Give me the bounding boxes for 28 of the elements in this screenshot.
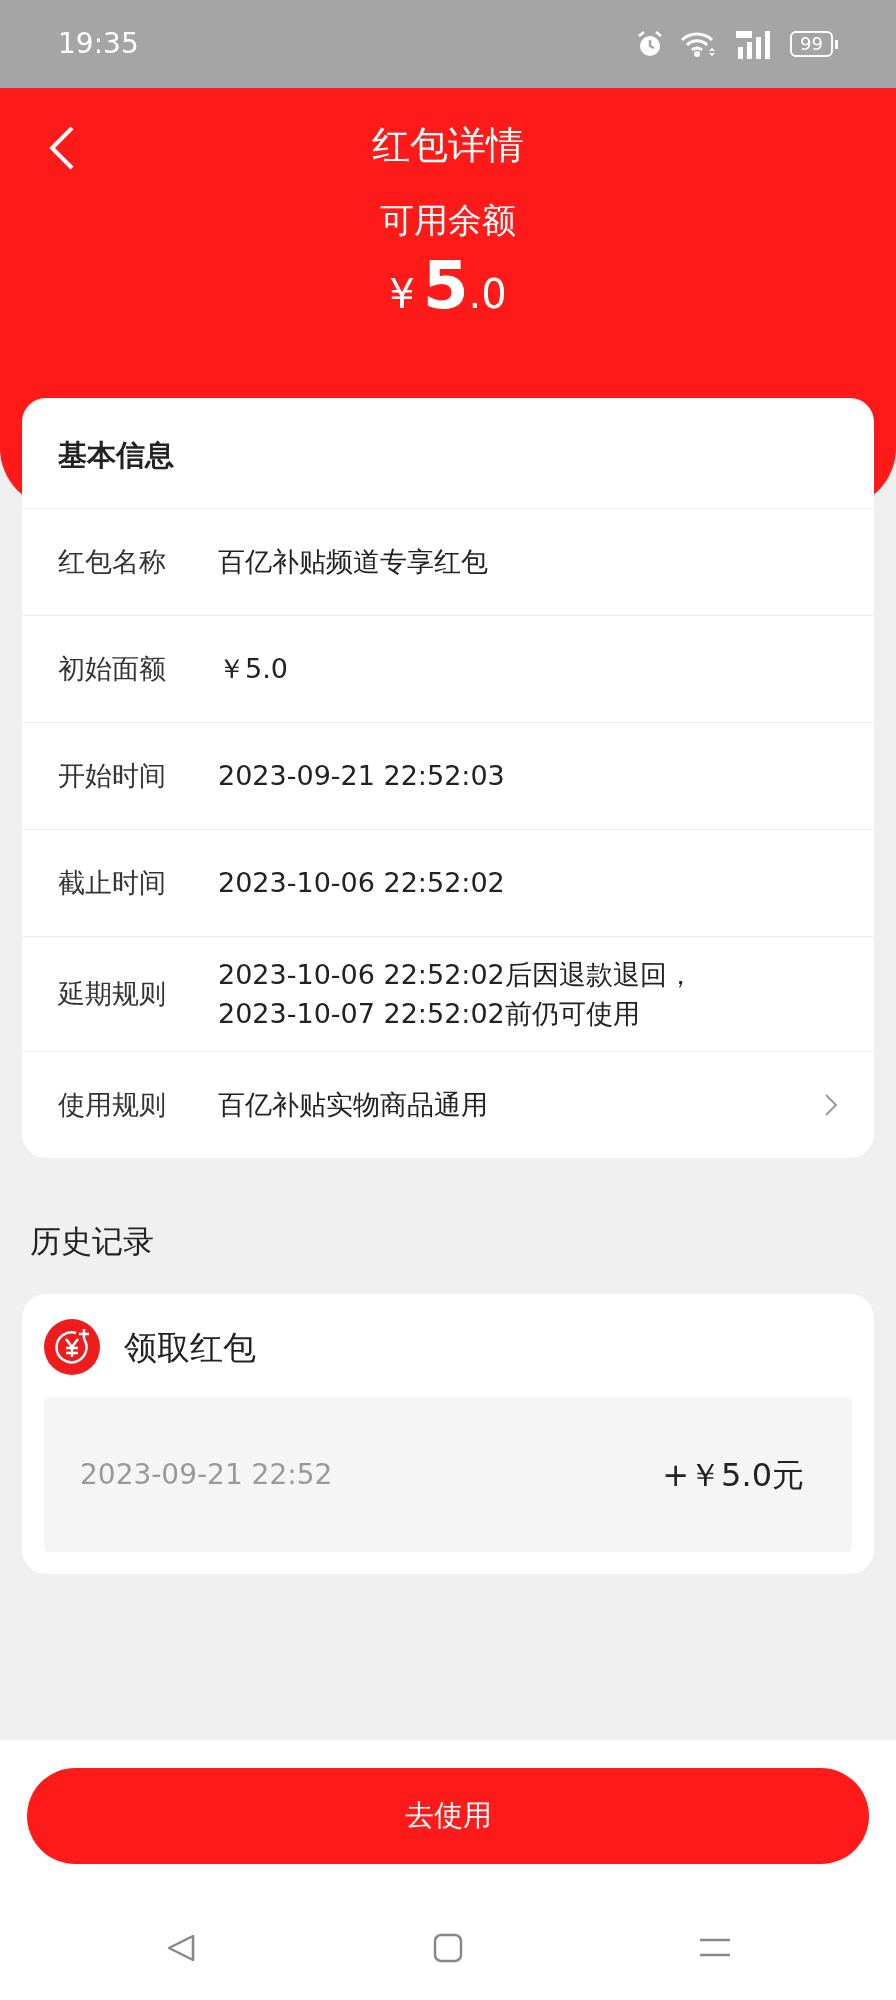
field-label: 初始面额 bbox=[58, 651, 167, 686]
record-date: 2023-09-21 22:52 bbox=[80, 1456, 333, 1493]
field-value: ￥5.0 bbox=[218, 651, 289, 686]
field-label: 使用规则 bbox=[58, 1088, 167, 1123]
field-value: 2023-10-06 22:52:02后因退款退回， 2023-10-07 22:52:02前仍可使用 bbox=[218, 957, 695, 1031]
use-button[interactable]: 去使用 bbox=[27, 1768, 869, 1864]
home-nav-icon[interactable] bbox=[433, 1933, 463, 1963]
field-value: 2023-09-21 22:52:03 bbox=[218, 758, 506, 793]
field-label: 截止时间 bbox=[58, 865, 167, 900]
field-value: 2023-10-06 22:52:02 bbox=[218, 865, 506, 900]
menu-icon[interactable] bbox=[699, 1938, 730, 1958]
list-item[interactable]: 使用规则 百亿补贴实物商品通用 bbox=[22, 1050, 874, 1158]
section-title: 基本信息 bbox=[57, 437, 175, 474]
field-value: 百亿补贴频道专享红包 bbox=[218, 544, 489, 579]
field-label: 延期规则 bbox=[58, 977, 167, 1012]
balance-label: 可用余额 bbox=[379, 203, 517, 237]
field-label: 开始时间 bbox=[58, 758, 167, 793]
back-nav-icon[interactable] bbox=[166, 1933, 197, 1963]
status-time: 19:35 bbox=[58, 26, 139, 62]
record-amount: +￥5.0元 bbox=[662, 1454, 804, 1496]
record-title: 领取红包 bbox=[124, 1326, 256, 1369]
balance-amount: ¥5.0 bbox=[388, 253, 508, 324]
section-title: 历史记录 bbox=[29, 1221, 155, 1261]
chevron-right-icon bbox=[824, 1092, 838, 1117]
field-label: 红包名称 bbox=[58, 544, 167, 579]
coin-plus-icon bbox=[44, 1319, 100, 1376]
page-title: 红包详情 bbox=[372, 122, 524, 169]
field-value: 百亿补贴实物商品通用 bbox=[218, 1088, 489, 1123]
